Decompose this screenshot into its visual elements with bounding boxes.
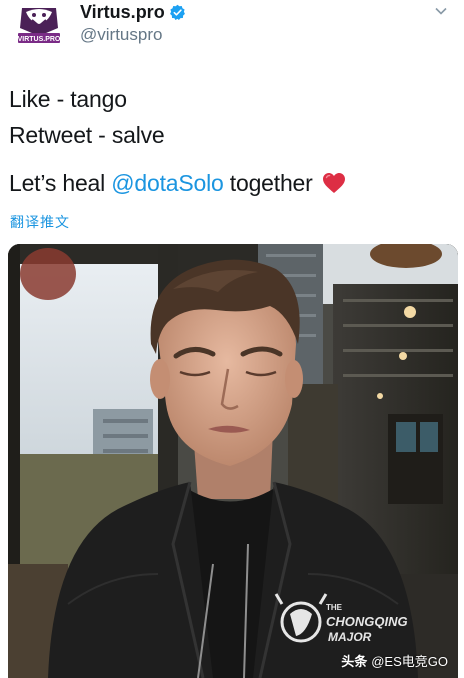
- tweet-header: VIRTUS.PRO Virtus.pro @virtuspro: [0, 0, 464, 56]
- translate-tweet-link[interactable]: 翻译推文: [10, 212, 70, 232]
- watermark: 头条 @ES电竞GO: [341, 651, 448, 670]
- jacket-print-major: MAJOR: [328, 630, 372, 644]
- mention-link[interactable]: @dotaSolo: [111, 170, 224, 196]
- jacket-print-the: THE: [326, 603, 343, 612]
- tweet-text-line: Like - tango: [9, 86, 127, 112]
- name-row: Virtus.pro: [80, 2, 186, 23]
- tweet-text: together: [223, 170, 313, 196]
- verified-badge-icon: [169, 4, 185, 21]
- display-name[interactable]: Virtus.pro: [80, 2, 165, 23]
- photo-scene: THE CHONGQING MAJOR: [8, 244, 458, 678]
- chevron-down-icon[interactable]: [434, 4, 448, 18]
- watermark-prefix: 头条: [341, 654, 368, 669]
- avatar[interactable]: VIRTUS.PRO: [12, 2, 66, 46]
- svg-text:VIRTUS.PRO: VIRTUS.PRO: [18, 36, 61, 43]
- heart-emoji-icon: [322, 173, 345, 193]
- watermark-text: @ES电竞GO: [371, 654, 448, 669]
- tweet-text-line: Let’s heal @dotaSolo together: [9, 170, 346, 197]
- tweet-photo[interactable]: THE CHONGQING MAJOR 头条 @ES电竞GO: [8, 244, 458, 678]
- tweet-text-line: Retweet - salve: [9, 122, 165, 148]
- jacket-print-chongqing: CHONGQING: [326, 614, 408, 629]
- virtus-pro-logo-icon: VIRTUS.PRO: [12, 2, 66, 46]
- handle[interactable]: @virtuspro: [80, 25, 162, 45]
- tweet-text: Let’s heal: [9, 170, 112, 196]
